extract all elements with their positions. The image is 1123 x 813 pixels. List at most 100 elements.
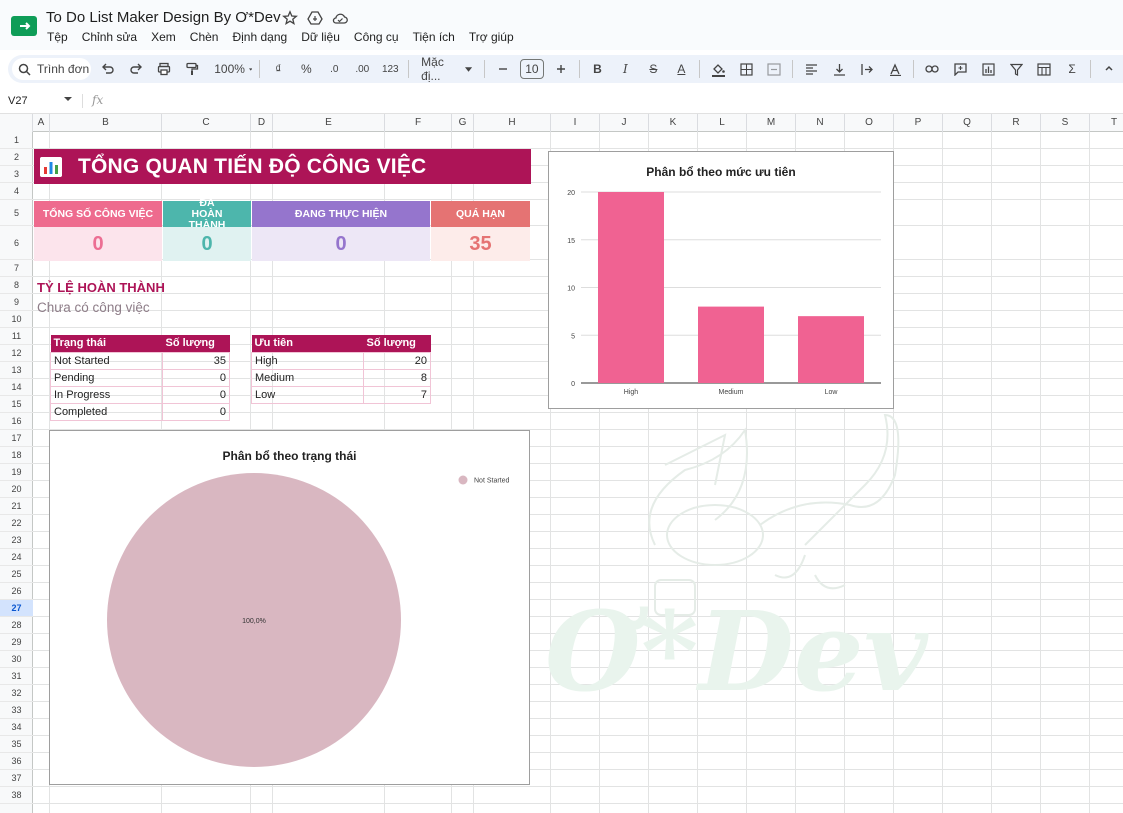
row-header-5[interactable]: 5 <box>0 200 33 226</box>
column-header-m[interactable]: M <box>747 114 796 132</box>
row-header-38[interactable]: 38 <box>0 787 33 804</box>
column-header-c[interactable]: C <box>162 114 251 132</box>
row-header-8[interactable]: 8 <box>0 277 33 294</box>
text-color-button[interactable]: A <box>670 57 692 81</box>
menu-extensions[interactable]: Tiện ích <box>406 30 462 44</box>
menu-view[interactable]: Xem <box>144 30 183 44</box>
row-header-10[interactable]: 10 <box>0 311 33 328</box>
table-cell[interactable]: 7 <box>363 385 431 404</box>
row-header-6[interactable]: 6 <box>0 226 33 260</box>
bar-medium[interactable] <box>698 306 764 383</box>
sheets-logo-icon[interactable] <box>11 16 37 36</box>
row-header-30[interactable]: 30 <box>0 651 33 668</box>
font-size-increase-button[interactable] <box>550 57 572 81</box>
table-cell[interactable]: 0 <box>162 402 230 421</box>
row-header-14[interactable]: 14 <box>0 379 33 396</box>
column-header-f[interactable]: F <box>385 114 452 132</box>
font-size-decrease-button[interactable] <box>492 57 514 81</box>
menu-format[interactable]: Định dạng <box>225 30 294 44</box>
table-cell[interactable]: 8 <box>363 368 431 387</box>
column-header-h[interactable]: H <box>474 114 551 132</box>
priority-bar-chart[interactable]: Phân bổ theo mức ưu tiên 0 5 10 15 20 High Med… <box>548 151 894 409</box>
row-header-34[interactable]: 34 <box>0 719 33 736</box>
row-header-11[interactable]: 11 <box>0 328 33 345</box>
table-cell[interactable]: 0 <box>162 368 230 387</box>
more-tools-button[interactable] <box>1098 57 1120 81</box>
row-header-1[interactable]: 1 <box>0 132 33 149</box>
insert-comment-button[interactable] <box>949 57 971 81</box>
table-cell[interactable]: Low <box>251 385 364 404</box>
table-row[interactable]: Completed 0 <box>50 402 230 421</box>
column-header-s[interactable]: S <box>1041 114 1090 132</box>
currency-button[interactable]: ₫ <box>267 57 289 81</box>
italic-button[interactable]: I <box>614 57 636 81</box>
move-to-drive-icon[interactable] <box>307 10 323 26</box>
redo-button[interactable] <box>125 57 147 81</box>
column-header-r[interactable]: R <box>992 114 1041 132</box>
row-header-16[interactable]: 16 <box>0 413 33 430</box>
table-cell[interactable]: Medium <box>251 368 364 387</box>
table-row[interactable]: In Progress 0 <box>50 385 230 404</box>
table-cell[interactable]: 20 <box>363 351 431 370</box>
column-header-p[interactable]: P <box>894 114 943 132</box>
percent-button[interactable]: % <box>295 57 317 81</box>
zoom-select[interactable]: 100% <box>214 57 253 81</box>
column-header-i[interactable]: I <box>551 114 600 132</box>
insert-link-button[interactable] <box>921 57 943 81</box>
row-header-20[interactable]: 20 <box>0 481 33 498</box>
star-icon[interactable] <box>282 10 298 26</box>
column-header-k[interactable]: K <box>649 114 698 132</box>
row-header-33[interactable]: 33 <box>0 702 33 719</box>
table-row[interactable]: Medium 8 <box>251 368 431 387</box>
row-header-3[interactable]: 3 <box>0 166 33 183</box>
fill-color-button[interactable] <box>707 57 729 81</box>
table-cell[interactable]: Pending <box>50 368 163 387</box>
filter-button[interactable] <box>1005 57 1027 81</box>
paint-format-button[interactable] <box>181 57 203 81</box>
text-wrap-button[interactable] <box>856 57 878 81</box>
table-cell[interactable]: In Progress <box>50 385 163 404</box>
column-header-j[interactable]: J <box>600 114 649 132</box>
row-header-23[interactable]: 23 <box>0 532 33 549</box>
row-header-22[interactable]: 22 <box>0 515 33 532</box>
select-all-corner[interactable] <box>0 114 33 132</box>
table-cell[interactable]: Not Started <box>50 351 163 370</box>
row-header-29[interactable]: 29 <box>0 634 33 651</box>
row-header-25[interactable]: 25 <box>0 566 33 583</box>
menu-tools[interactable]: Công cụ <box>347 30 406 44</box>
row-header-31[interactable]: 31 <box>0 668 33 685</box>
table-cell[interactable]: 0 <box>162 385 230 404</box>
row-header-27[interactable]: 27 <box>0 600 33 617</box>
row-header-4[interactable]: 4 <box>0 183 33 200</box>
menu-data[interactable]: Dữ liệu <box>294 30 347 44</box>
row-header-9[interactable]: 9 <box>0 294 33 311</box>
functions-button[interactable]: Σ <box>1061 57 1083 81</box>
table-cell[interactable]: Completed <box>50 402 163 421</box>
vertical-align-button[interactable] <box>828 57 850 81</box>
row-header-7[interactable]: 7 <box>0 260 33 277</box>
strikethrough-button[interactable]: S <box>642 57 664 81</box>
align-left-button[interactable] <box>800 57 822 81</box>
increase-decimal-button[interactable]: .00 <box>351 57 373 81</box>
document-title[interactable]: To Do List Maker Design By Ơ*Dev <box>46 9 281 26</box>
menu-edit[interactable]: Chỉnh sửa <box>75 30 144 44</box>
row-header-21[interactable]: 21 <box>0 498 33 515</box>
undo-button[interactable] <box>97 57 119 81</box>
name-box[interactable]: V27 <box>8 95 28 107</box>
borders-button[interactable] <box>735 57 757 81</box>
status-pie-chart[interactable]: Phân bổ theo trạng thái 100,0% Not Starte… <box>49 430 530 785</box>
merge-cells-button[interactable] <box>763 57 785 81</box>
insert-chart-button[interactable] <box>977 57 999 81</box>
column-header-d[interactable]: D <box>251 114 273 132</box>
row-header-36[interactable]: 36 <box>0 753 33 770</box>
column-header-q[interactable]: Q <box>943 114 992 132</box>
row-header-35[interactable]: 35 <box>0 736 33 753</box>
row-header-26[interactable]: 26 <box>0 583 33 600</box>
table-row[interactable]: Not Started 35 <box>50 351 230 370</box>
font-size-field[interactable]: 10 <box>520 57 544 81</box>
table-row[interactable]: Pending 0 <box>50 368 230 387</box>
chevron-down-icon[interactable] <box>64 97 72 101</box>
bar-low[interactable] <box>798 316 864 383</box>
column-header-n[interactable]: N <box>796 114 845 132</box>
row-header-12[interactable]: 12 <box>0 345 33 362</box>
